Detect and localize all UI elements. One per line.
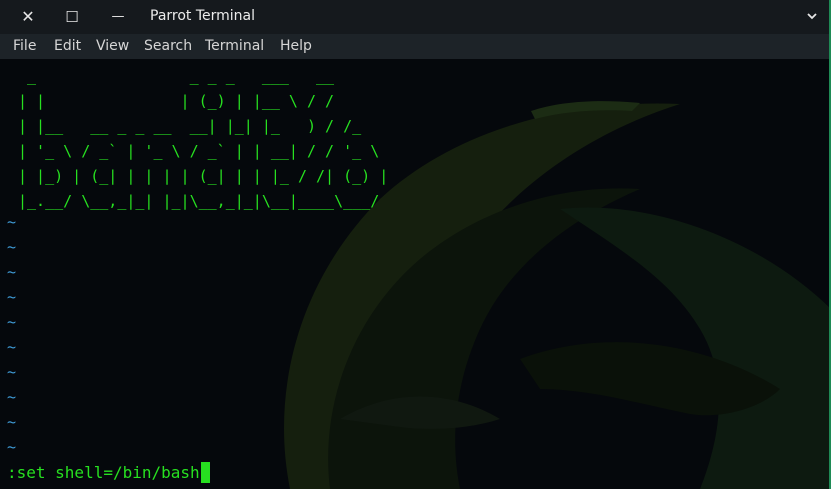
empty-line-tilde: ~: [7, 288, 17, 306]
banner-line: | |_) | (_| | | | | (_| | | |_ / /| (_) …: [18, 167, 389, 185]
empty-line-tilde: ~: [7, 388, 17, 406]
empty-line-tilde: ~: [7, 313, 17, 331]
window-title: Parrot Terminal: [150, 8, 256, 24]
menu-search[interactable]: Search: [144, 38, 192, 54]
empty-line-tilde: ~: [7, 238, 17, 256]
menu-help[interactable]: Help: [280, 38, 312, 54]
title-bar: ✕ ☐ — Parrot Terminal: [0, 0, 831, 34]
empty-line-tilde: ~: [7, 338, 17, 356]
chevron-down-icon[interactable]: [805, 8, 819, 24]
menu-edit[interactable]: Edit: [54, 38, 81, 54]
menu-terminal[interactable]: Terminal: [205, 38, 264, 54]
menu-bar: File Edit View Search Terminal Help: [0, 34, 831, 59]
banner-line: | '_ \ / _` | '_ \ / _` | | __| / / '_ \: [18, 142, 380, 160]
terminal-area[interactable]: _ _ _ _ ___ __ | | | (_) | |__ \ / / | |…: [0, 59, 831, 489]
text-cursor: [200, 462, 210, 483]
banner-line: _ _ _ _ ___ __: [18, 67, 335, 85]
command-text: :set shell=/bin/bash: [7, 463, 200, 482]
banner-line: | | | (_) | |__ \ / /: [18, 92, 335, 110]
empty-line-tilde: ~: [7, 263, 17, 281]
empty-line-tilde: ~: [7, 413, 17, 431]
menu-view[interactable]: View: [96, 38, 129, 54]
banner-line: |_.__/ \__,_|_| |_|\__,_|_|\__|____\___/: [18, 192, 380, 210]
close-icon[interactable]: ✕: [16, 5, 40, 29]
maximize-icon[interactable]: ☐: [60, 5, 84, 29]
command-line[interactable]: :set shell=/bin/bash: [7, 462, 210, 484]
minimize-icon[interactable]: —: [106, 5, 130, 29]
banner-line: | |__ __ _ _ __ __| |_| |_ ) / /_: [18, 117, 362, 135]
ascii-banner: _ _ _ _ ___ __ | | | (_) | |__ \ / / | |…: [18, 64, 388, 214]
menu-file[interactable]: File: [13, 38, 36, 54]
terminal-window: ✕ ☐ — Parrot Terminal File Edit View Sea…: [0, 0, 831, 489]
empty-line-tilde: ~: [7, 213, 17, 231]
empty-line-tilde: ~: [7, 363, 17, 381]
empty-line-tilde: ~: [7, 438, 17, 456]
